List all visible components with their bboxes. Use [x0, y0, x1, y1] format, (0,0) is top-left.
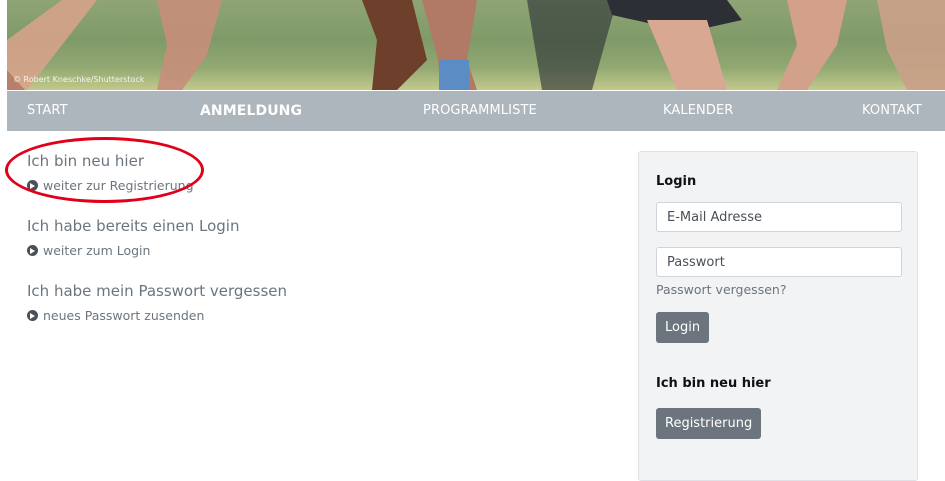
new-user-heading: Ich bin neu hier [656, 376, 771, 391]
section-password-title: Ich habe mein Passwort vergessen [27, 282, 288, 300]
section-login-title: Ich habe bereits einen Login [27, 217, 240, 235]
main-nav: START ANMELDUNG PROGRAMMLISTE KALENDER K… [7, 91, 945, 131]
chevron-circle-right-icon [27, 310, 38, 321]
password-field[interactable] [656, 247, 902, 277]
hero-photo [7, 0, 945, 90]
login-heading: Login [656, 174, 697, 189]
register-button[interactable]: Registrierung [656, 408, 762, 439]
email-field[interactable] [656, 202, 902, 232]
link-login-label: weiter zum Login [43, 243, 151, 258]
forgot-password-link[interactable]: Passwort vergessen? [656, 282, 786, 297]
nav-programmliste[interactable]: PROGRAMMLISTE [423, 91, 537, 131]
nav-start[interactable]: START [27, 91, 68, 131]
login-button[interactable]: Login [656, 312, 710, 343]
link-reset-password[interactable]: neues Passwort zusenden [27, 308, 204, 323]
link-login[interactable]: weiter zum Login [27, 243, 150, 258]
hero-banner: © Robert Kneschke/Shutterstock [7, 0, 945, 90]
login-panel: Login Passwort vergessen? Login Ich bin … [638, 151, 918, 481]
photo-credit: © Robert Kneschke/Shutterstock [13, 75, 145, 84]
section-new-title: Ich bin neu hier [27, 152, 144, 170]
link-registration-label: weiter zur Registrierung [43, 178, 194, 193]
highlight-ellipse [5, 137, 204, 203]
nav-kontakt[interactable]: KONTAKT [862, 91, 922, 131]
nav-anmeldung[interactable]: ANMELDUNG [200, 91, 302, 131]
nav-kalender[interactable]: KALENDER [663, 91, 733, 131]
link-registration[interactable]: weiter zur Registrierung [27, 178, 194, 193]
chevron-circle-right-icon [27, 245, 38, 256]
link-reset-password-label: neues Passwort zusenden [43, 308, 205, 323]
chevron-circle-right-icon [27, 180, 38, 191]
